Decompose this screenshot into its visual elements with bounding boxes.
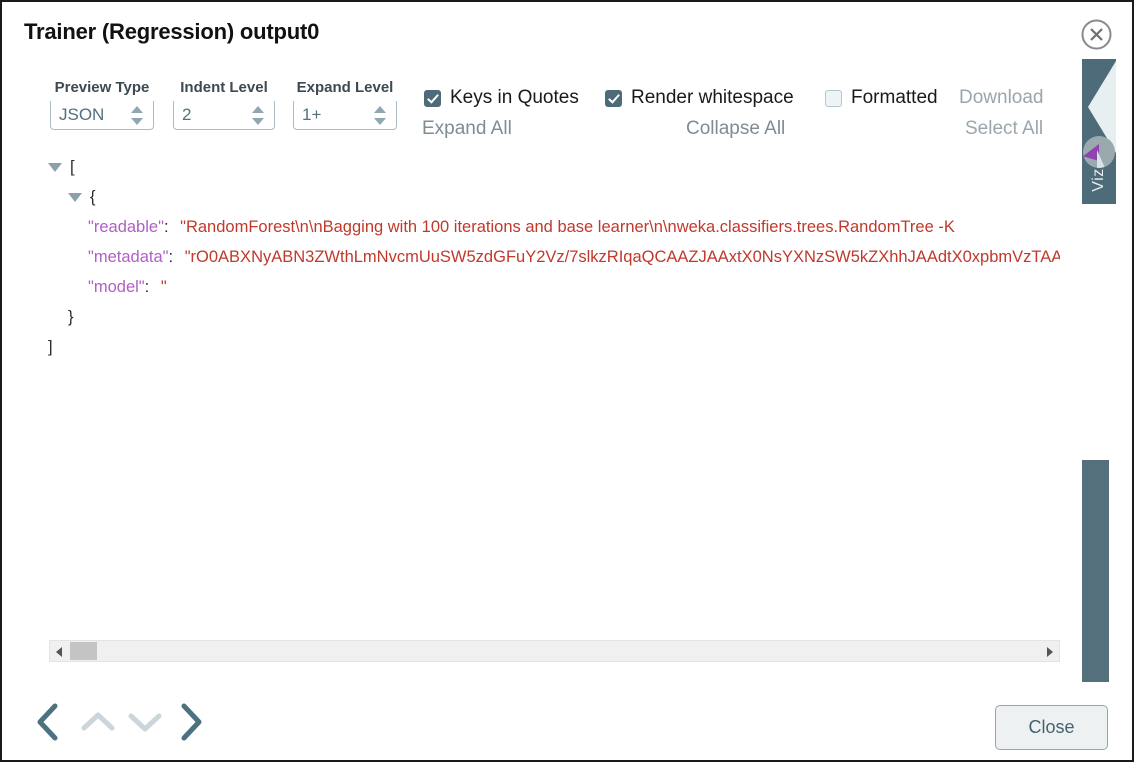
expand-level-group: Expand Level 1+ bbox=[293, 80, 397, 130]
scroll-left-icon[interactable] bbox=[56, 647, 62, 657]
json-sep: : bbox=[144, 278, 154, 296]
indent-level-stepper[interactable] bbox=[248, 102, 268, 129]
close-button[interactable]: Close bbox=[995, 705, 1108, 750]
preview-toolbar: Preview Type JSON Indent Level 2 Expand … bbox=[2, 80, 1062, 142]
select-all-link[interactable]: Select All bbox=[965, 118, 1043, 140]
scroll-right-icon[interactable] bbox=[1047, 647, 1053, 657]
json-punct: { bbox=[90, 188, 96, 206]
json-line: "readable": "RandomForest\n\nBagging wit… bbox=[2, 212, 1060, 242]
indent-level-value: 2 bbox=[182, 105, 192, 124]
json-punct: [ bbox=[70, 158, 75, 176]
json-string: "rO0ABXNyABN3ZWthLmNvcmUuSW5zdGFuY2Vz/7s… bbox=[184, 248, 1060, 266]
preview-type-value: JSON bbox=[59, 105, 105, 124]
download-link[interactable]: Download bbox=[959, 87, 1044, 109]
indent-level-select[interactable]: 2 bbox=[173, 101, 275, 130]
json-punct: } bbox=[68, 308, 74, 326]
nav-down-button[interactable] bbox=[125, 700, 165, 744]
checkbox-checked-icon[interactable] bbox=[605, 89, 622, 107]
keys-in-quotes-label: Keys in Quotes bbox=[450, 87, 579, 108]
json-key: "metadata" bbox=[88, 248, 169, 266]
indent-level-group: Indent Level 2 bbox=[173, 80, 275, 130]
chevron-up-icon[interactable] bbox=[131, 105, 143, 113]
formatted-checkbox[interactable]: Formatted bbox=[825, 87, 938, 109]
vertical-scrollbar[interactable] bbox=[1082, 460, 1109, 682]
preview-type-label: Preview Type bbox=[54, 79, 150, 96]
viz-tab-label: Viz bbox=[1090, 168, 1107, 192]
expand-level-label: Expand Level bbox=[296, 79, 394, 96]
json-key: "readable" bbox=[88, 218, 164, 236]
json-line: "model": " bbox=[2, 272, 1060, 302]
horizontal-scrollbar[interactable] bbox=[49, 640, 1060, 662]
indent-level-label: Indent Level bbox=[180, 79, 268, 96]
collapse-all-link[interactable]: Collapse All bbox=[686, 118, 785, 140]
render-whitespace-label: Render whitespace bbox=[631, 87, 794, 108]
nav-up-button[interactable] bbox=[78, 700, 118, 744]
json-punct: ] bbox=[48, 338, 53, 356]
horizontal-scrollbar-thumb[interactable] bbox=[70, 642, 97, 660]
page-title: Trainer (Regression) output0 bbox=[24, 19, 320, 44]
keys-in-quotes-checkbox[interactable]: Keys in Quotes bbox=[424, 87, 579, 109]
render-whitespace-checkbox[interactable]: Render whitespace bbox=[605, 87, 794, 109]
json-line: ] bbox=[2, 332, 1060, 362]
expand-level-stepper[interactable] bbox=[370, 102, 390, 129]
json-line: [ bbox=[2, 152, 1060, 182]
json-line: { bbox=[2, 182, 1060, 212]
chevron-down-icon[interactable] bbox=[252, 117, 264, 125]
collapse-caret-icon[interactable] bbox=[48, 163, 62, 172]
chevron-up-icon[interactable] bbox=[252, 105, 264, 113]
json-key: "model" bbox=[88, 278, 145, 296]
expand-all-link[interactable]: Expand All bbox=[422, 118, 512, 140]
checkbox-checked-icon[interactable] bbox=[424, 89, 441, 107]
viz-panel-tab[interactable]: Viz bbox=[1082, 59, 1116, 204]
chevron-down-icon[interactable] bbox=[131, 117, 143, 125]
json-string: "RandomForest\n\nBagging with 100 iterat… bbox=[180, 218, 955, 236]
expand-level-value: 1+ bbox=[302, 105, 322, 124]
close-icon[interactable] bbox=[1081, 19, 1112, 50]
preview-type-group: Preview Type JSON bbox=[50, 80, 154, 130]
json-preview[interactable]: [ { "readable": "RandomForest\n\nBagging… bbox=[2, 152, 1060, 637]
record-navigation bbox=[28, 700, 208, 744]
json-line: "metadata": "rO0ABXNyABN3ZWthLmNvcmUuSW5… bbox=[2, 242, 1060, 272]
json-sep: : bbox=[163, 218, 174, 236]
checkbox-unchecked-icon[interactable] bbox=[825, 89, 842, 107]
collapse-caret-icon[interactable] bbox=[68, 193, 82, 202]
preview-dialog: Trainer (Regression) output0 Preview Typ… bbox=[0, 0, 1134, 762]
preview-type-stepper[interactable] bbox=[127, 102, 147, 129]
chevron-down-icon[interactable] bbox=[374, 117, 386, 125]
json-line: } bbox=[2, 302, 1060, 332]
preview-type-select[interactable]: JSON bbox=[50, 101, 154, 130]
chevron-up-icon[interactable] bbox=[374, 105, 386, 113]
json-sep: : bbox=[168, 248, 178, 266]
nav-next-button[interactable] bbox=[171, 700, 211, 744]
json-string: " bbox=[160, 278, 167, 296]
formatted-label: Formatted bbox=[851, 87, 938, 108]
expand-level-select[interactable]: 1+ bbox=[293, 101, 397, 130]
nav-previous-button[interactable] bbox=[28, 700, 68, 744]
